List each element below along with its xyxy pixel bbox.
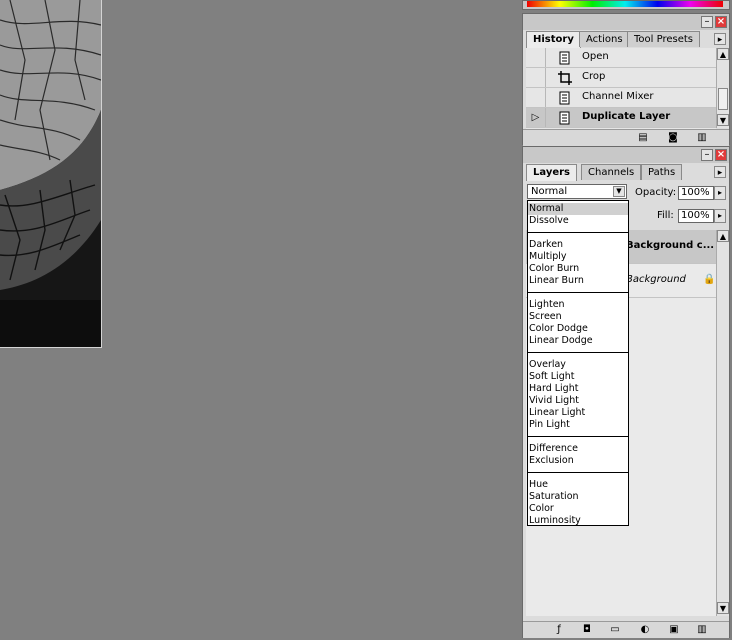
document-icon <box>559 91 570 105</box>
menu-separator <box>528 436 628 437</box>
blend-mode-option[interactable]: Overlay <box>528 359 628 371</box>
scroll-down-arrow[interactable]: ▼ <box>717 602 729 614</box>
scroll-up-arrow[interactable]: ▲ <box>717 230 729 242</box>
blend-mode-option[interactable]: Linear Light <box>528 407 628 419</box>
history-source-cell[interactable] <box>526 68 546 87</box>
trash-icon[interactable]: ▥ <box>696 132 708 143</box>
camera-icon[interactable]: ◙ <box>667 132 679 143</box>
tab-actions[interactable]: Actions <box>579 31 630 47</box>
history-source-cell[interactable] <box>526 48 546 67</box>
fill-input[interactable]: 100% <box>678 209 714 223</box>
opacity-input[interactable]: 100% <box>678 186 714 200</box>
layer-name: Background <box>626 274 686 285</box>
tab-channels[interactable]: Channels <box>581 164 642 180</box>
chevron-down-icon[interactable]: ▼ <box>613 186 625 197</box>
scroll-thumb[interactable] <box>718 88 728 110</box>
menu-separator <box>528 472 628 473</box>
lock-icon: 🔒 <box>703 274 716 285</box>
blend-mode-option[interactable]: Screen <box>528 311 628 323</box>
blend-mode-option[interactable]: Normal <box>528 203 628 215</box>
color-ramp[interactable] <box>522 0 730 10</box>
history-scrollbar[interactable]: ▲ ▼ <box>716 48 729 128</box>
history-item-channel-mixer[interactable]: Channel Mixer <box>526 88 716 108</box>
tab-paths[interactable]: Paths <box>641 164 683 180</box>
document-icon <box>559 111 570 125</box>
history-item-label: Channel Mixer <box>582 91 654 102</box>
mask-icon[interactable]: ◘ <box>581 624 593 635</box>
layer-name: Background c... <box>626 240 715 251</box>
scroll-down-arrow[interactable]: ▼ <box>717 114 729 126</box>
trash-icon[interactable]: ▥ <box>696 624 708 635</box>
new-document-icon[interactable]: ▤ <box>637 132 649 143</box>
minimize-button[interactable]: – <box>701 16 713 28</box>
history-item-label: Crop <box>582 71 606 82</box>
history-titlebar[interactable]: – × <box>523 14 729 30</box>
fill-label: Fill: <box>657 210 674 221</box>
blend-mode-option[interactable]: Color Dodge <box>528 323 628 335</box>
history-bottom-bar: ▤ ◙ ▥ <box>523 129 729 146</box>
scroll-up-arrow[interactable]: ▲ <box>717 48 729 60</box>
history-menu-button[interactable]: ▸ <box>714 33 726 45</box>
blend-mode-option[interactable]: Difference <box>528 443 628 455</box>
opacity-slider-button[interactable]: ▸ <box>714 186 726 200</box>
tab-tool-presets[interactable]: Tool Presets <box>627 31 700 47</box>
blend-mode-option[interactable]: Exclusion <box>528 455 628 467</box>
new-layer-icon[interactable]: ▣ <box>668 624 680 635</box>
blend-mode-menu: Normal Dissolve Darken Multiply Color Burn Li… <box>527 200 629 526</box>
blend-mode-option[interactable]: Vivid Light <box>528 395 628 407</box>
blend-mode-option[interactable]: Pin Light <box>528 419 628 431</box>
blend-mode-option[interactable]: Color Burn <box>528 263 628 275</box>
blend-mode-option[interactable]: Luminosity <box>528 515 628 527</box>
history-tabs: History Actions Tool Presets ▸ <box>523 31 729 48</box>
image-canvas[interactable] <box>0 0 102 348</box>
history-panel: – × History Actions Tool Presets ▸ Open … <box>522 13 730 146</box>
menu-separator <box>528 232 628 233</box>
layer-style-icon[interactable]: ƒ <box>553 624 565 635</box>
fill-slider-button[interactable]: ▸ <box>714 209 726 223</box>
tab-layers[interactable]: Layers <box>526 164 577 181</box>
tab-history[interactable]: History <box>526 31 581 48</box>
blend-mode-option[interactable]: Saturation <box>528 491 628 503</box>
layers-bottom-bar: ƒ ◘ ▭ ◐ ▣ ▥ <box>523 621 729 638</box>
blend-mode-option[interactable]: Hue <box>528 479 628 491</box>
blend-mode-option[interactable]: Soft Light <box>528 371 628 383</box>
history-item-label: Duplicate Layer <box>582 111 671 122</box>
blend-mode-option[interactable]: Darken <box>528 239 628 251</box>
blend-mode-option[interactable]: Lighten <box>528 299 628 311</box>
blend-mode-value: Normal <box>531 186 568 197</box>
blend-mode-option[interactable]: Linear Burn <box>528 275 628 287</box>
document-icon <box>559 51 570 65</box>
menu-separator <box>528 352 628 353</box>
history-state-marker[interactable]: ▷ <box>526 108 546 127</box>
adjustment-icon[interactable]: ◐ <box>639 624 651 635</box>
menu-separator <box>528 292 628 293</box>
history-item-label: Open <box>582 51 609 62</box>
layers-scrollbar[interactable]: ▲ ▼ <box>716 230 729 616</box>
blend-mode-option[interactable]: Linear Dodge <box>528 335 628 347</box>
crop-icon <box>558 71 572 85</box>
blend-mode-option[interactable]: Dissolve <box>528 215 628 227</box>
blend-mode-option[interactable]: Color <box>528 503 628 515</box>
history-source-cell[interactable] <box>526 88 546 107</box>
close-button[interactable]: × <box>715 16 727 28</box>
opacity-label: Opacity: <box>635 187 677 198</box>
blend-mode-option[interactable]: Hard Light <box>528 383 628 395</box>
layers-tabs: Layers Channels Paths ▸ <box>523 164 729 181</box>
layers-titlebar[interactable]: – × <box>523 147 729 163</box>
folder-icon[interactable]: ▭ <box>609 624 621 635</box>
blend-mode-select[interactable]: Normal ▼ <box>527 184 627 199</box>
history-item-open[interactable]: Open <box>526 48 716 68</box>
minimize-button[interactable]: – <box>701 149 713 161</box>
history-item-crop[interactable]: Crop <box>526 68 716 88</box>
history-item-duplicate-layer[interactable]: ▷ Duplicate Layer <box>526 108 716 128</box>
blend-mode-option[interactable]: Multiply <box>528 251 628 263</box>
history-list: Open Crop Channel Mixer ▷ Duplicate Laye… <box>526 48 716 130</box>
close-button[interactable]: × <box>715 149 727 161</box>
layers-menu-button[interactable]: ▸ <box>714 166 726 178</box>
